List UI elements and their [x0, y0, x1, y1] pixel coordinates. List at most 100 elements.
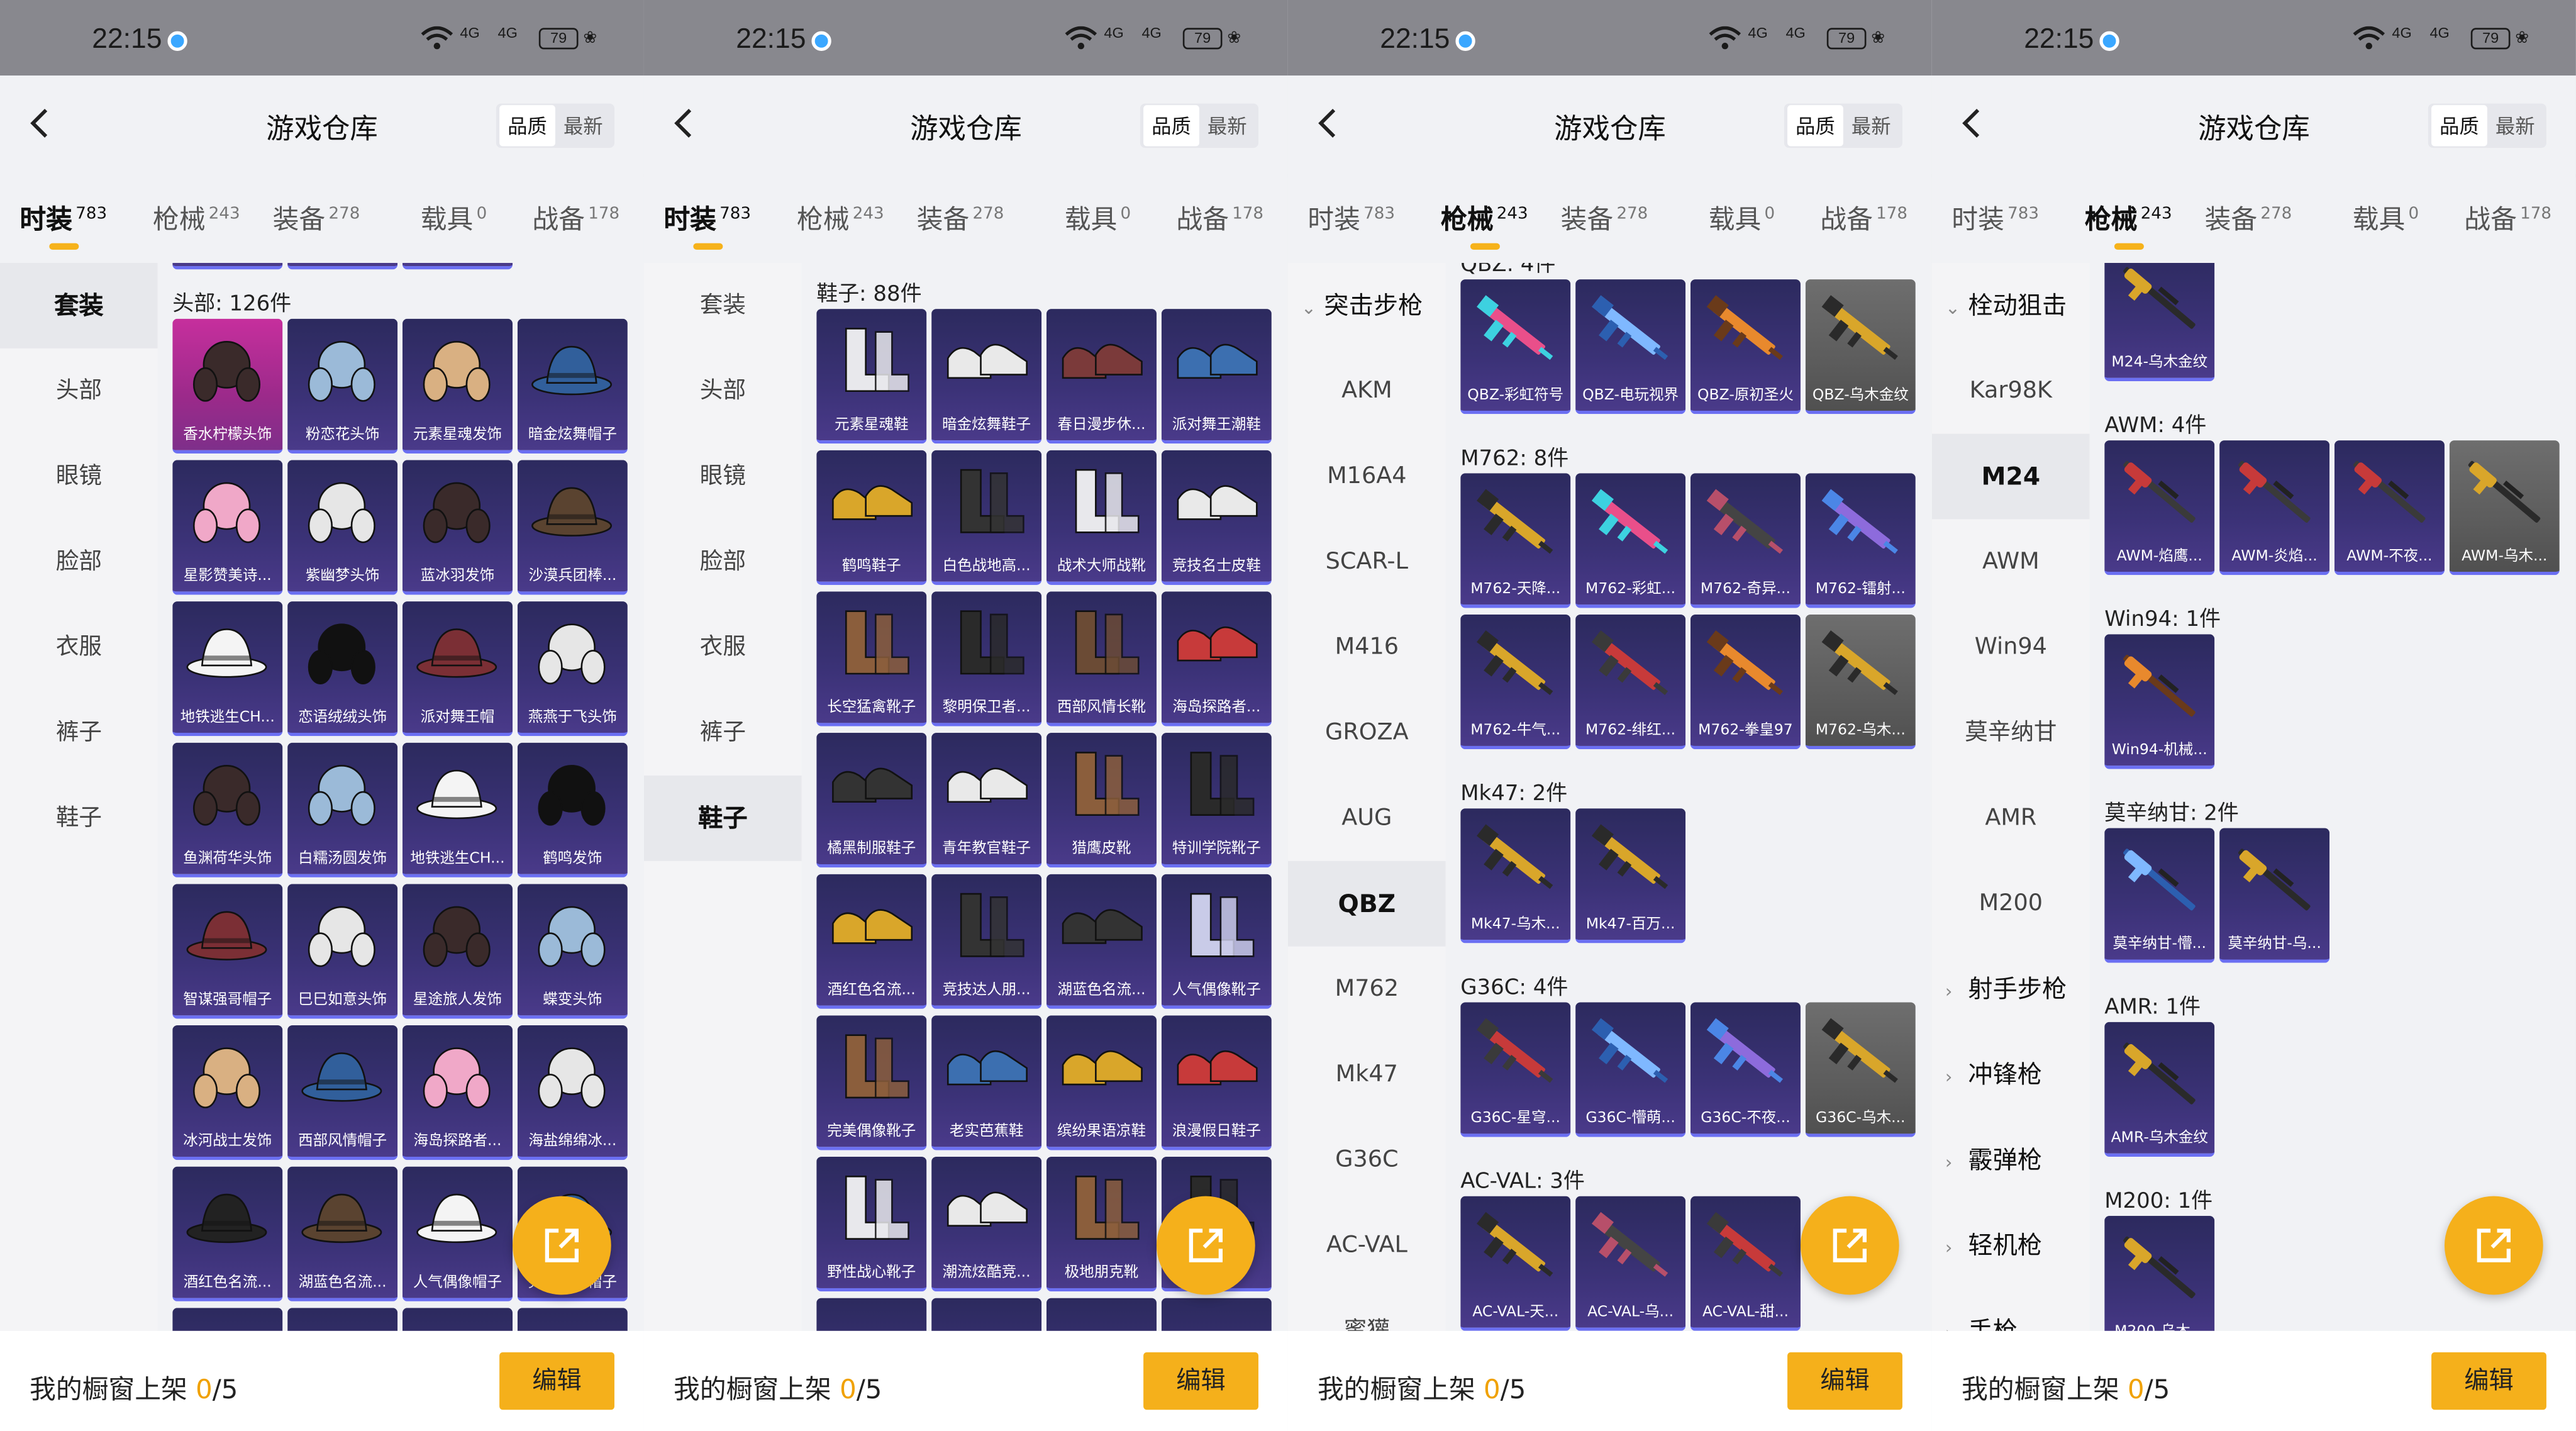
- tab-4[interactable]: 战备 178: [1820, 197, 1907, 237]
- item-card[interactable]: M762-天降...: [1460, 473, 1571, 608]
- tab-2[interactable]: 装备 278: [273, 197, 360, 237]
- item-card[interactable]: 老实芭蕉鞋: [931, 1015, 1042, 1150]
- item-card[interactable]: [287, 262, 398, 270]
- sidebar-item[interactable]: Kar98K: [1932, 348, 2090, 434]
- item-card[interactable]: 橘黑制服鞋子: [816, 733, 927, 868]
- sidebar-item[interactable]: M16A4: [1288, 434, 1446, 520]
- sort-quality-button[interactable]: 品质: [1787, 105, 1843, 147]
- sidebar-item[interactable]: 裤子: [0, 690, 158, 776]
- item-card[interactable]: 长空猛禽靴子: [816, 591, 927, 727]
- item-card[interactable]: 巳巳如意头饰: [287, 884, 398, 1019]
- item-card[interactable]: [172, 1308, 283, 1331]
- item-card[interactable]: 特训学院靴子: [1161, 733, 1272, 868]
- item-card[interactable]: 人气偶像帽子: [402, 1166, 513, 1301]
- item-card[interactable]: 鹤鸣鞋子: [816, 450, 927, 585]
- item-card[interactable]: 缤纷果语凉鞋: [1046, 1015, 1157, 1150]
- item-card[interactable]: 湖蓝色名流...: [1046, 874, 1157, 1009]
- sidebar-item[interactable]: 套装: [0, 262, 158, 348]
- tab-3[interactable]: 载具 0: [421, 197, 487, 237]
- tab-2[interactable]: 装备 278: [1561, 197, 1648, 237]
- item-card[interactable]: G36C-不夜...: [1690, 1002, 1801, 1137]
- item-card[interactable]: AC-VAL-乌...: [1575, 1196, 1686, 1331]
- item-card[interactable]: QBZ-彩虹符号: [1460, 279, 1571, 415]
- tab-2[interactable]: 装备 278: [917, 197, 1004, 237]
- sort-latest-button[interactable]: 最新: [2487, 105, 2543, 146]
- sidebar-item[interactable]: AUG: [1288, 776, 1446, 861]
- tab-3[interactable]: 载具 0: [1065, 197, 1131, 237]
- item-card[interactable]: 竞技达人朋...: [931, 874, 1042, 1009]
- sidebar-category[interactable]: ⌄ 突击步枪: [1301, 263, 1423, 348]
- item-card[interactable]: AWM-乌木...: [2449, 440, 2560, 576]
- tab-0[interactable]: 时装 783: [1307, 197, 1395, 237]
- item-card[interactable]: 香水柠檬头饰: [172, 318, 283, 454]
- sidebar-category[interactable]: › 霰弹枪: [1945, 1117, 2042, 1203]
- item-card[interactable]: 潮流炫酷竞...: [931, 1156, 1042, 1292]
- item-card[interactable]: 粉恋花头饰: [287, 318, 398, 454]
- item-card[interactable]: 酒红色名流...: [816, 874, 927, 1009]
- item-card[interactable]: 湖蓝色名流...: [287, 1166, 398, 1301]
- sidebar-category[interactable]: › 冲锋枪: [1945, 1032, 2042, 1117]
- item-card[interactable]: AWM-不夜...: [2334, 440, 2445, 576]
- item-card[interactable]: 野性战心靴子: [816, 1156, 927, 1292]
- item-card[interactable]: [816, 1298, 927, 1331]
- tab-0[interactable]: 时装 783: [19, 197, 107, 250]
- item-card[interactable]: 白糯汤圆发饰: [287, 742, 398, 877]
- item-card[interactable]: 元素星魂发饰: [402, 318, 513, 454]
- item-card[interactable]: M762-牛气...: [1460, 614, 1571, 750]
- item-card[interactable]: 酒红色名流...: [172, 1166, 283, 1301]
- item-card[interactable]: [1046, 1298, 1157, 1331]
- sidebar-item[interactable]: G36C: [1288, 1117, 1446, 1203]
- tab-1[interactable]: 枪械 243: [797, 197, 884, 237]
- sidebar-item[interactable]: QBZ: [1287, 860, 1446, 947]
- item-card[interactable]: M762-绯红...: [1575, 614, 1686, 750]
- item-card[interactable]: QBZ-乌木金纹: [1805, 279, 1916, 415]
- item-card[interactable]: AC-VAL-天...: [1460, 1196, 1571, 1331]
- item-card[interactable]: 地铁逃生CH...: [402, 742, 513, 877]
- tab-1[interactable]: 枪械 243: [1441, 197, 1528, 250]
- sidebar-item[interactable]: 蜜獾: [1288, 1288, 1446, 1331]
- item-card[interactable]: [517, 1308, 628, 1331]
- item-card[interactable]: M762-乌木...: [1805, 614, 1916, 750]
- item-card[interactable]: 燕燕于飞头饰: [517, 601, 628, 737]
- item-card[interactable]: G36C-乌木...: [1805, 1002, 1916, 1137]
- item-card[interactable]: 智谋强哥帽子: [172, 884, 283, 1019]
- share-button[interactable]: [513, 1196, 611, 1295]
- sidebar-item[interactable]: AWM: [1932, 519, 2090, 604]
- share-button[interactable]: [1156, 1196, 1255, 1295]
- item-card[interactable]: 浪漫假日鞋子: [1161, 1015, 1272, 1150]
- item-card[interactable]: AMR-乌木金纹: [2104, 1022, 2215, 1157]
- item-card[interactable]: 暗金炫舞帽子: [517, 318, 628, 454]
- item-card[interactable]: 战术大师战靴: [1046, 450, 1157, 585]
- sidebar-item[interactable]: 莫辛纳甘: [1932, 690, 2090, 776]
- item-card[interactable]: 西部风情帽子: [287, 1025, 398, 1161]
- item-card[interactable]: 海岛探路者...: [402, 1025, 513, 1161]
- sidebar-item[interactable]: AC-VAL: [1288, 1203, 1446, 1288]
- tab-4[interactable]: 战备 178: [1176, 197, 1263, 237]
- item-card[interactable]: [402, 262, 513, 270]
- sidebar-item[interactable]: M762: [1288, 947, 1446, 1032]
- item-card[interactable]: [931, 1298, 1042, 1331]
- item-card[interactable]: 地铁逃生CH...: [172, 601, 283, 737]
- item-card[interactable]: 白色战地高...: [931, 450, 1042, 585]
- tab-3[interactable]: 载具 0: [2353, 197, 2419, 237]
- sidebar-item[interactable]: M200: [1932, 861, 2090, 947]
- sidebar-item[interactable]: AKM: [1288, 348, 1446, 434]
- item-card[interactable]: 春日漫步休...: [1046, 309, 1157, 444]
- share-button[interactable]: [2444, 1196, 2543, 1295]
- edit-button[interactable]: 编辑: [2431, 1352, 2546, 1410]
- tab-2[interactable]: 装备 278: [2205, 197, 2292, 237]
- sidebar-item[interactable]: M416: [1288, 604, 1446, 690]
- sort-quality-button[interactable]: 品质: [2431, 105, 2487, 147]
- item-card[interactable]: 紫幽梦头饰: [287, 460, 398, 595]
- item-card[interactable]: M24-乌木金纹: [2104, 262, 2215, 382]
- item-card[interactable]: 竞技名士皮鞋: [1161, 450, 1272, 585]
- item-card[interactable]: G36C-懵萌...: [1575, 1002, 1686, 1137]
- tab-0[interactable]: 时装 783: [663, 197, 751, 250]
- item-card[interactable]: 元素星魂鞋: [816, 309, 927, 444]
- item-card[interactable]: 极地朋克靴: [1046, 1156, 1157, 1292]
- sidebar-item[interactable]: M24: [1931, 433, 2090, 520]
- sidebar-item[interactable]: SCAR-L: [1288, 519, 1446, 604]
- sidebar-item[interactable]: 套装: [644, 263, 802, 348]
- item-card[interactable]: 冰河战士发饰: [172, 1025, 283, 1161]
- sidebar-item[interactable]: 衣服: [644, 604, 802, 690]
